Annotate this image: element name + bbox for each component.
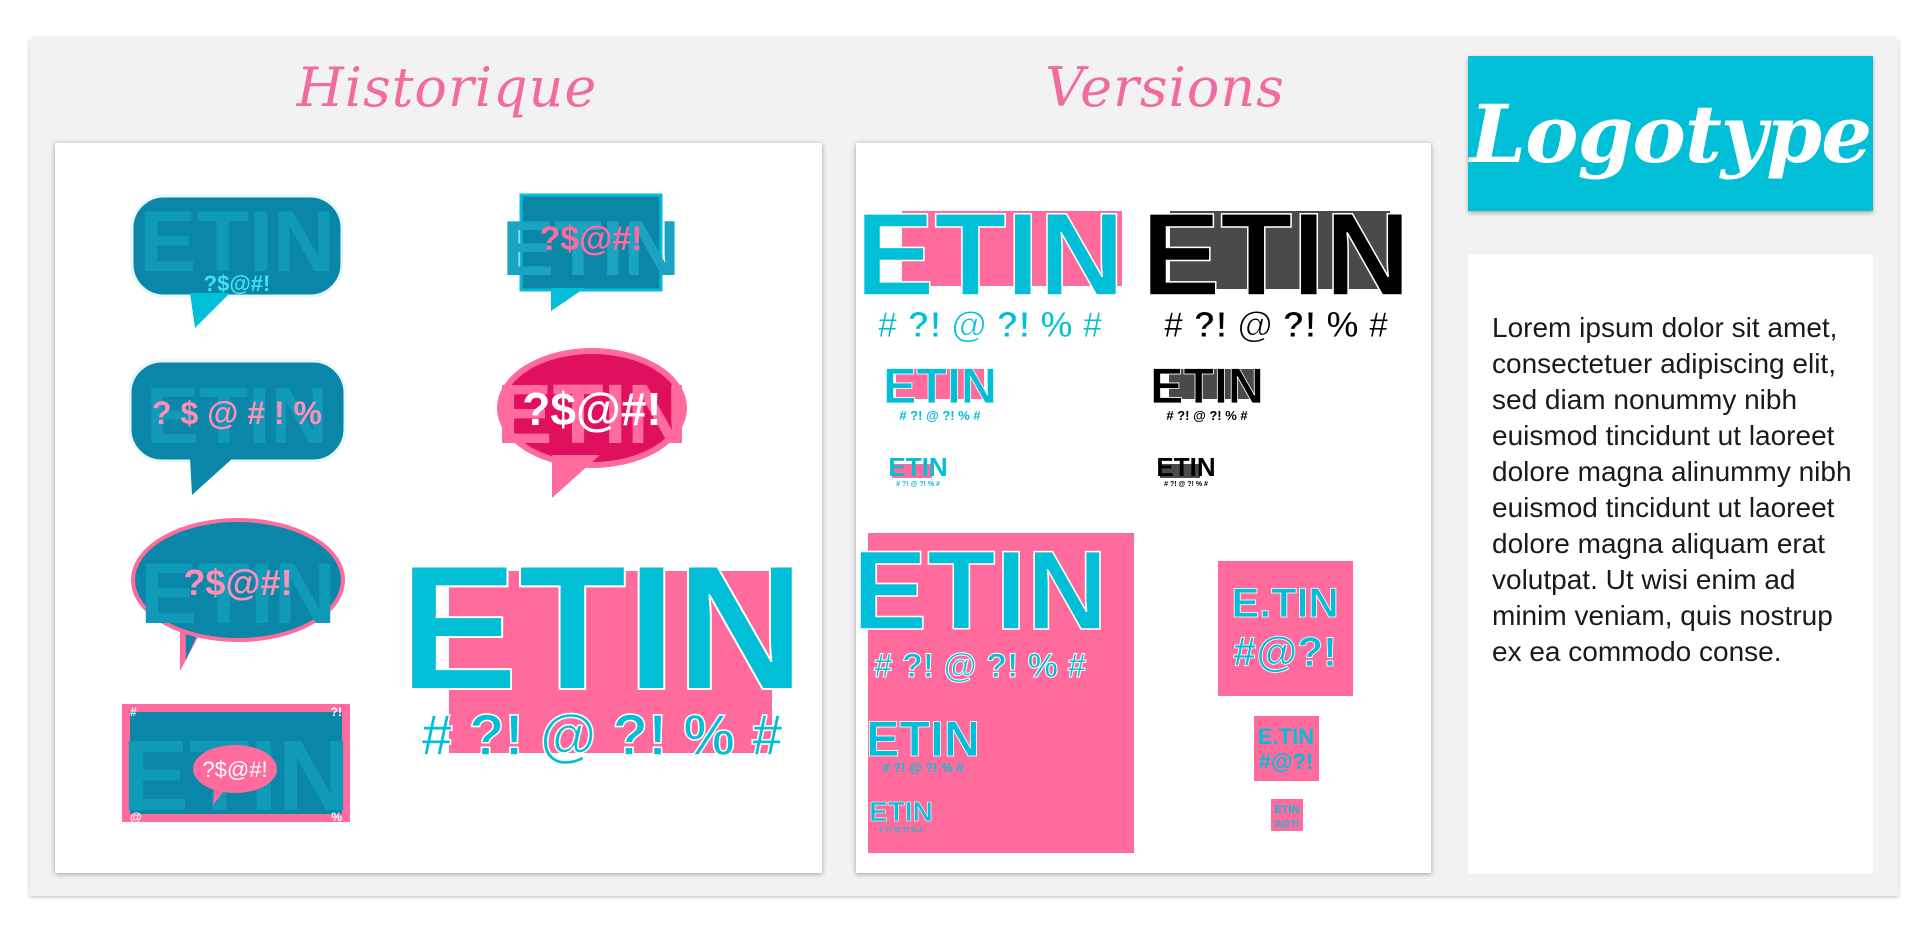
- version-black-small: ETIN # ?! @ ?! % #: [1156, 452, 1215, 488]
- svg-text:ETIN: ETIN: [888, 452, 947, 482]
- logo-variant-main: ETIN # ?! @ ?! % #: [398, 527, 805, 769]
- svg-text:E.TIN: E.TIN: [1258, 724, 1314, 749]
- svg-text:ETIN: ETIN: [1274, 804, 1299, 816]
- svg-text:ETIN: ETIN: [1150, 358, 1264, 414]
- svg-text:# ?! @ ?! % #: # ?! @ ?! % #: [1164, 481, 1208, 488]
- svg-text:ETIN: ETIN: [866, 711, 980, 767]
- svg-text:?$@#!: ?$@#!: [539, 220, 642, 258]
- versions-panel: ETIN # ?! @ ?! % # ETIN # ?! @ ?! % # ET…: [852, 143, 1431, 873]
- svg-text:ETIN: ETIN: [399, 528, 804, 727]
- version-color-small: ETIN # ?! @ ?! % #: [888, 452, 947, 488]
- svg-text:?$@#!: ?$@#!: [204, 271, 271, 296]
- version-pink-square-small: ETIN #@?!: [1271, 799, 1303, 831]
- svg-text:ETIN: ETIN: [1142, 189, 1411, 321]
- logotype-banner: Logotype: [1468, 56, 1873, 211]
- version-color-medium: ETIN # ?! @ ?! % #: [883, 358, 998, 423]
- logo-variant-pink-ellipse: ETIN ?$@#!: [496, 348, 688, 498]
- svg-text:@: @: [130, 810, 142, 824]
- svg-text:ETIN: ETIN: [1156, 452, 1215, 482]
- svg-text:ETIN: ETIN: [856, 528, 1108, 653]
- svg-text:ETIN: ETIN: [856, 189, 1124, 321]
- svg-text:?$@#!: ?$@#!: [202, 757, 267, 782]
- svg-text:# ?! @ ?! % #: # ?! @ ?! % #: [879, 827, 923, 834]
- svg-text:# ?! @ ?! % #: # ?! @ ?! % #: [899, 408, 981, 423]
- svg-text:ETIN: ETIN: [883, 358, 997, 414]
- description-panel: Lorem ipsum dolor sit amet, consectetuer…: [1468, 254, 1873, 874]
- versions-artboard: ETIN # ?! @ ?! % # ETIN # ?! @ ?! % # ET…: [852, 188, 1411, 853]
- svg-text:? $ @ # ! %: ? $ @ # ! %: [152, 395, 322, 431]
- historique-panel: ETIN ?$@#! ETIN ?$@#! ETIN ? $ @ # ! % E…: [55, 143, 822, 873]
- svg-text:#: #: [130, 705, 137, 719]
- svg-text:E.TIN: E.TIN: [1231, 579, 1338, 626]
- version-black-large: ETIN # ?! @ ?! % #: [1141, 188, 1411, 345]
- svg-text:%: %: [331, 810, 342, 824]
- svg-text:#@?!: #@?!: [1275, 819, 1300, 830]
- svg-text:# ?! @ ?! % #: # ?! @ ?! % #: [874, 647, 1087, 685]
- historique-artboard: ETIN ?$@#! ETIN ?$@#! ETIN ? $ @ # ! % E…: [122, 193, 806, 832]
- logo-variant-square-bubble: ETIN ?$@#!: [502, 193, 680, 311]
- version-black-medium: ETIN # ?! @ ?! % #: [1150, 358, 1265, 423]
- svg-text:# ?! @ ?! % #: # ?! @ ?! % #: [877, 304, 1102, 345]
- logo-variant-teal-ellipse: ETIN ?$@#!: [131, 518, 345, 671]
- logo-variant-bubble-1: ETIN ?$@#!: [130, 194, 344, 328]
- versions-title: Versions: [1045, 56, 1285, 119]
- historique-title: Historique: [296, 56, 598, 119]
- version-pink-square-medium: E.TIN #@?!: [1254, 716, 1319, 781]
- svg-text:# ?! @ ?! % #: # ?! @ ?! % #: [882, 760, 964, 775]
- svg-text:# ?! @ ?! % #: # ?! @ ?! % #: [896, 481, 940, 488]
- svg-text:?$@#!: ?$@#!: [522, 383, 661, 435]
- description-text: Lorem ipsum dolor sit amet, consectetuer…: [1492, 312, 1852, 667]
- svg-text:#@?!: #@?!: [1259, 749, 1313, 774]
- svg-text:# ?! @ ?! % #: # ?! @ ?! % #: [421, 703, 784, 768]
- svg-text:#@?!: #@?!: [1233, 628, 1337, 675]
- logotype-title: Logotype: [1469, 86, 1872, 181]
- svg-text:?$@#!: ?$@#!: [183, 562, 292, 603]
- svg-text:?!: ?!: [331, 705, 342, 719]
- logo-variant-bubble-2: ETIN ? $ @ # ! %: [128, 359, 347, 495]
- svg-text:# ?! @ ?! % #: # ?! @ ?! % #: [1163, 304, 1388, 345]
- version-pink-poster: ETIN # ?! @ ?! % # ETIN # ?! @ ?! % # ET…: [852, 527, 1134, 853]
- logo-variant-ticket: ETIN ?$@#! # ?! @ %: [122, 704, 350, 832]
- version-pink-square-large: E.TIN #@?!: [1218, 561, 1353, 696]
- svg-text:ETIN: ETIN: [869, 796, 933, 827]
- version-color-large: ETIN # ?! @ ?! % #: [855, 188, 1125, 345]
- svg-text:# ?! @ ?! % #: # ?! @ ?! % #: [1166, 408, 1248, 423]
